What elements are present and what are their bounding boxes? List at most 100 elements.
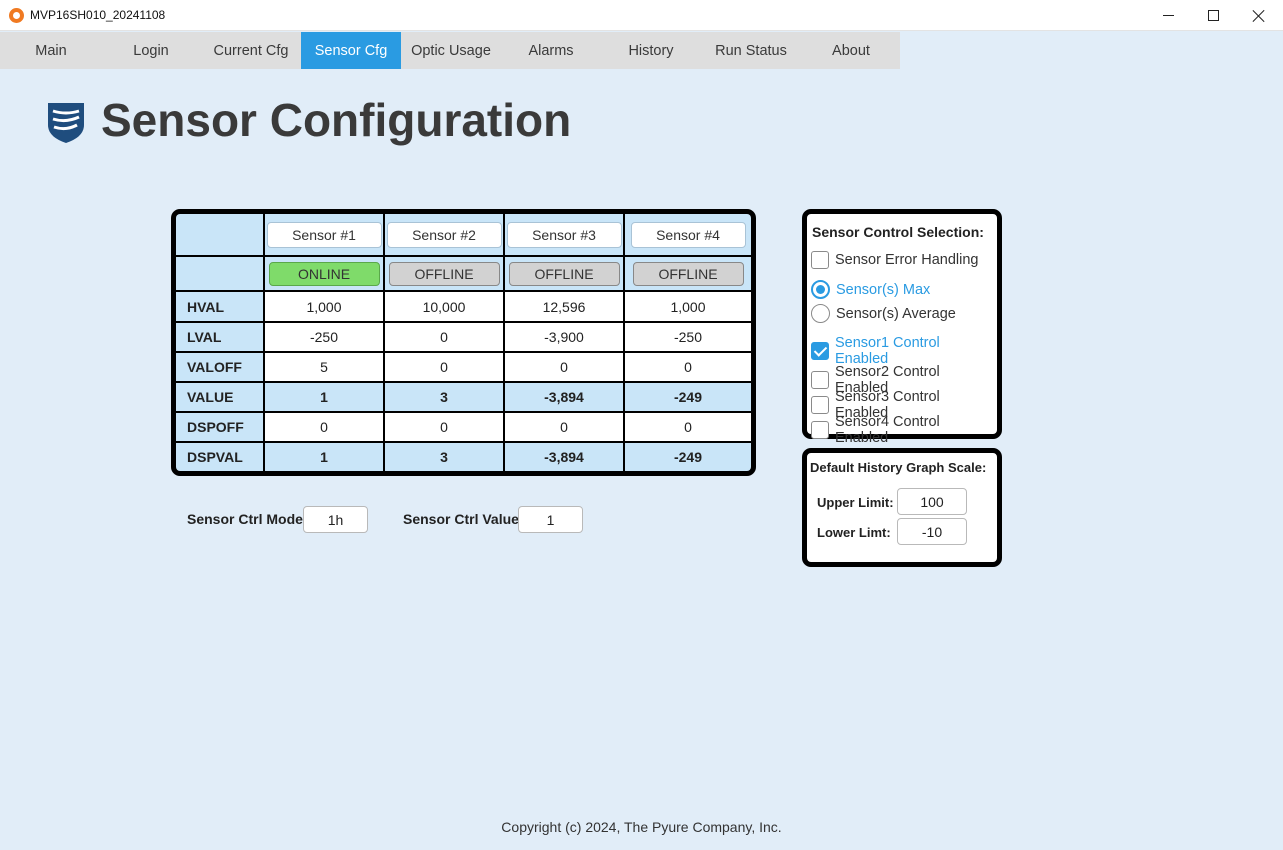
checkbox-box bbox=[811, 421, 829, 439]
sensor-ctrl-value-field[interactable]: 1 bbox=[518, 506, 583, 533]
sensor-table: Sensor #1 Sensor #2 Sensor #3 Sensor #4 … bbox=[171, 209, 756, 476]
table-cell: 0 bbox=[385, 353, 503, 381]
lower-limit-field[interactable]: -10 bbox=[897, 518, 967, 545]
close-icon bbox=[1252, 9, 1266, 23]
sensor-header-cell: Sensor #2 bbox=[385, 214, 503, 255]
tab-alarms[interactable]: Alarms bbox=[501, 32, 601, 69]
radio-label: Sensor(s) Average bbox=[836, 305, 956, 322]
sensor-3-header-button[interactable]: Sensor #3 bbox=[506, 221, 622, 248]
table-cell: 3 bbox=[385, 443, 503, 471]
sensor-error-handling-checkbox[interactable]: Sensor Error Handling bbox=[811, 251, 978, 269]
table-cell: -3,900 bbox=[505, 323, 623, 351]
table-cell: -249 bbox=[625, 443, 751, 471]
status-cell: OFFLINE bbox=[385, 257, 503, 290]
table-cell: 0 bbox=[265, 413, 383, 441]
table-cell: 12,596 bbox=[505, 292, 623, 321]
table-cell: 10,000 bbox=[385, 292, 503, 321]
table-cell: 5 bbox=[265, 353, 383, 381]
upper-limit-label: Upper Limit: bbox=[817, 495, 894, 510]
row-label-dspval: DSPVAL bbox=[176, 443, 263, 471]
window-title: MVP16SH010_20241108 bbox=[30, 8, 166, 22]
table-cell: -250 bbox=[625, 323, 751, 351]
tab-about[interactable]: About bbox=[801, 32, 901, 69]
shield-logo-icon bbox=[48, 103, 84, 143]
tab-optic-usage[interactable]: Optic Usage bbox=[401, 32, 501, 69]
table-cell: 1,000 bbox=[265, 292, 383, 321]
tab-login[interactable]: Login bbox=[101, 32, 201, 69]
title-bar: MVP16SH010_20241108 bbox=[0, 0, 1283, 31]
tab-main[interactable]: Main bbox=[1, 32, 101, 69]
checkmark-icon bbox=[811, 342, 829, 360]
radio-label: Sensor(s) Max bbox=[836, 281, 931, 298]
row-label-dspoff: DSPOFF bbox=[176, 413, 263, 441]
table-cell: 0 bbox=[625, 353, 751, 381]
maximize-icon bbox=[1207, 10, 1219, 21]
sensor-2-header-button[interactable]: Sensor #2 bbox=[386, 221, 502, 248]
tab-history[interactable]: History bbox=[601, 32, 701, 69]
checkbox-box bbox=[811, 251, 829, 269]
checkbox-label: Sensor Error Handling bbox=[835, 252, 979, 268]
status-row-label bbox=[176, 257, 263, 290]
checkbox-label: Sensor1 Control Enabled bbox=[835, 335, 940, 367]
table-cell: 0 bbox=[385, 323, 503, 351]
table-cell: -250 bbox=[265, 323, 383, 351]
radio-selected-icon bbox=[811, 280, 830, 299]
sensor-header-cell: Sensor #4 bbox=[625, 214, 751, 255]
sensors-average-radio[interactable]: Sensor(s) Average bbox=[811, 304, 956, 323]
tab-bar: Main Login Current Cfg Sensor Cfg Optic … bbox=[0, 32, 900, 69]
sensor-4-header-button[interactable]: Sensor #4 bbox=[630, 221, 746, 248]
table-cell: 0 bbox=[625, 413, 751, 441]
row-label-valoff: VALOFF bbox=[176, 353, 263, 381]
app-icon bbox=[9, 8, 24, 23]
table-cell: 1 bbox=[265, 383, 383, 411]
minimize-icon bbox=[1162, 15, 1174, 16]
checkbox-label: Sensor4 Control Enabled bbox=[835, 414, 940, 446]
graph-scale-title: Default History Graph Scale: bbox=[810, 460, 987, 475]
checkbox-box bbox=[811, 396, 829, 414]
sensor-header-cell: Sensor #3 bbox=[505, 214, 623, 255]
sensor-3-status-button[interactable]: OFFLINE bbox=[508, 261, 620, 286]
sensor1-control-checkbox[interactable]: Sensor1 Control Enabled bbox=[811, 335, 997, 367]
upper-limit-field[interactable]: 100 bbox=[897, 488, 967, 515]
control-selection-title: Sensor Control Selection: bbox=[812, 224, 984, 240]
sensor-ctrl-mode-label: Sensor Ctrl Mode: bbox=[187, 511, 308, 527]
table-cell: -3,894 bbox=[505, 443, 623, 471]
row-label-hval: HVAL bbox=[176, 292, 263, 321]
tab-current-cfg[interactable]: Current Cfg bbox=[201, 32, 301, 69]
page-title: Sensor Configuration bbox=[101, 94, 572, 146]
sensor-header-cell: Sensor #1 bbox=[265, 214, 383, 255]
table-cell: 1 bbox=[265, 443, 383, 471]
sensor-1-status-button[interactable]: ONLINE bbox=[268, 261, 380, 286]
close-button[interactable] bbox=[1236, 0, 1282, 31]
history-graph-scale-panel: Default History Graph Scale: Upper Limit… bbox=[802, 448, 1002, 567]
sensor-1-header-button[interactable]: Sensor #1 bbox=[266, 221, 382, 248]
table-cell: 0 bbox=[385, 413, 503, 441]
table-cell: 0 bbox=[505, 413, 623, 441]
table-cell: -3,894 bbox=[505, 383, 623, 411]
lower-limit-label: Lower Limt: bbox=[817, 525, 891, 540]
status-cell: OFFLINE bbox=[625, 257, 751, 290]
table-cell: 1,000 bbox=[625, 292, 751, 321]
sensor-4-status-button[interactable]: OFFLINE bbox=[632, 261, 744, 286]
sensor-control-selection-panel: Sensor Control Selection: Sensor Error H… bbox=[802, 209, 1002, 446]
row-label-lval: LVAL bbox=[176, 323, 263, 351]
row-label-value: VALUE bbox=[176, 383, 263, 411]
sensor-2-status-button[interactable]: OFFLINE bbox=[388, 261, 500, 286]
sensor-ctrl-value-label: Sensor Ctrl Value: bbox=[403, 511, 524, 527]
table-cell: 0 bbox=[505, 353, 623, 381]
status-cell: OFFLINE bbox=[505, 257, 623, 290]
tab-sensor-cfg[interactable]: Sensor Cfg bbox=[301, 32, 401, 69]
minimize-button[interactable] bbox=[1145, 0, 1191, 31]
radio-icon bbox=[811, 304, 830, 323]
sensor4-control-checkbox[interactable]: Sensor4 Control Enabled bbox=[811, 414, 997, 446]
sensors-max-radio[interactable]: Sensor(s) Max bbox=[811, 280, 930, 299]
maximize-button[interactable] bbox=[1190, 0, 1236, 31]
tab-bar-filler bbox=[900, 32, 1283, 69]
checkbox-box bbox=[811, 371, 829, 389]
sensor-ctrl-mode-field[interactable]: 1h bbox=[303, 506, 368, 533]
table-cell: 3 bbox=[385, 383, 503, 411]
copyright-footer: Copyright (c) 2024, The Pyure Company, I… bbox=[501, 819, 782, 835]
status-cell: ONLINE bbox=[265, 257, 383, 290]
table-corner bbox=[176, 214, 263, 255]
tab-run-status[interactable]: Run Status bbox=[701, 32, 801, 69]
